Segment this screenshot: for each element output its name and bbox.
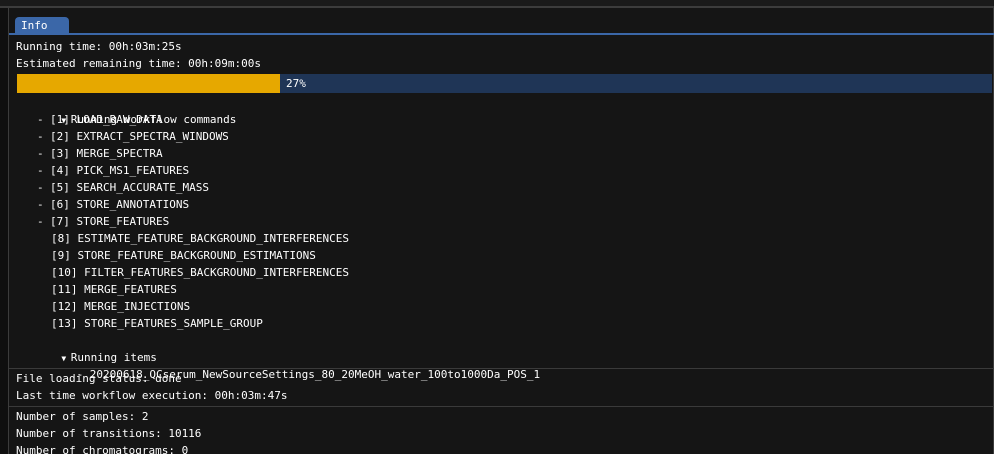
tab-bar: Info xyxy=(9,8,994,35)
command-label: [3] MERGE_SPECTRA xyxy=(50,147,163,160)
running-time: Running time: 00h:03m:25s xyxy=(16,40,182,53)
bullet-dash: - xyxy=(37,181,44,194)
bullet-dash: - xyxy=(37,130,44,143)
bullet-dash: - xyxy=(37,164,44,177)
bullet-dash xyxy=(37,230,51,247)
command-label: [2] EXTRACT_SPECTRA_WINDOWS xyxy=(50,130,229,143)
list-item: - [7] STORE_FEATURES xyxy=(37,213,169,230)
command-label: [10] FILTER_FEATURES_BACKGROUND_INTERFER… xyxy=(51,266,350,279)
progress-bar: 27% xyxy=(17,74,992,93)
tab-info[interactable]: Info xyxy=(15,17,69,34)
top-bar xyxy=(0,0,994,8)
list-item: [13] STORE_FEATURES_SAMPLE_GROUP xyxy=(37,315,263,332)
bullet-dash xyxy=(37,298,51,315)
divider xyxy=(9,368,994,369)
transitions-count: Number of transitions: 10116 xyxy=(16,427,202,440)
last-execution-time: Last time workflow execution: 00h:03m:47… xyxy=(16,389,288,402)
remaining-time: Estimated remaining time: 00h:09m:00s xyxy=(16,57,262,70)
progress-label: 27% xyxy=(286,77,306,90)
bullet-dash xyxy=(37,281,51,298)
command-label: [5] SEARCH_ACCURATE_MASS xyxy=(50,181,209,194)
divider xyxy=(9,406,994,407)
samples-count: Number of samples: 2 xyxy=(16,410,149,423)
list-item: - [3] MERGE_SPECTRA xyxy=(37,145,163,162)
progress-fill xyxy=(17,74,281,93)
list-item: [10] FILTER_FEATURES_BACKGROUND_INTERFER… xyxy=(37,264,349,281)
command-label: [12] MERGE_INJECTIONS xyxy=(51,300,191,313)
list-item: -20200618_QCserum_NewSourceSettings_80_2… xyxy=(37,349,540,381)
bullet-dash xyxy=(37,247,51,264)
list-item: [9] STORE_FEATURE_BACKGROUND_ESTIMATIONS xyxy=(37,247,316,264)
command-label: [9] STORE_FEATURE_BACKGROUND_ESTIMATIONS xyxy=(51,249,316,262)
list-item: [8] ESTIMATE_FEATURE_BACKGROUND_INTERFER… xyxy=(37,230,349,247)
file-loading-status: File loading status: done xyxy=(16,372,182,385)
list-item: - [4] PICK_MS1_FEATURES xyxy=(37,162,189,179)
command-label: [1] LOAD_RAW_DATA xyxy=(50,113,163,126)
bullet-dash: - xyxy=(37,215,44,228)
info-window: Info Running time: 00h:03m:25s Estimated… xyxy=(8,8,994,454)
list-item: - [1] LOAD_RAW_DATA xyxy=(37,111,163,128)
tab-underline xyxy=(9,33,994,35)
chromatograms-count: Number of chromatograms: 0 xyxy=(16,444,189,454)
bullet-dash: - xyxy=(37,147,44,160)
bullet-dash: - xyxy=(37,198,44,211)
command-label: [4] PICK_MS1_FEATURES xyxy=(50,164,190,177)
list-item: - [6] STORE_ANNOTATIONS xyxy=(37,196,189,213)
command-label: [8] ESTIMATE_FEATURE_BACKGROUND_INTERFER… xyxy=(51,232,350,245)
items-tree-node[interactable]: ▼ Running items xyxy=(17,332,157,364)
command-label: [7] STORE_FEATURES xyxy=(50,215,170,228)
bullet-dash: - xyxy=(37,113,44,126)
command-label: [13] STORE_FEATURES_SAMPLE_GROUP xyxy=(51,317,263,330)
command-label: [6] STORE_ANNOTATIONS xyxy=(50,198,190,211)
commands-tree-node[interactable]: ▼ Running workflow commands xyxy=(17,94,236,126)
list-item: - [2] EXTRACT_SPECTRA_WINDOWS xyxy=(37,128,229,145)
list-item: [11] MERGE_FEATURES xyxy=(37,281,177,298)
command-label: [11] MERGE_FEATURES xyxy=(51,283,177,296)
list-item: [12] MERGE_INJECTIONS xyxy=(37,298,190,315)
bullet-dash xyxy=(37,264,51,281)
bullet-dash xyxy=(37,315,51,332)
list-item: - [5] SEARCH_ACCURATE_MASS xyxy=(37,179,209,196)
